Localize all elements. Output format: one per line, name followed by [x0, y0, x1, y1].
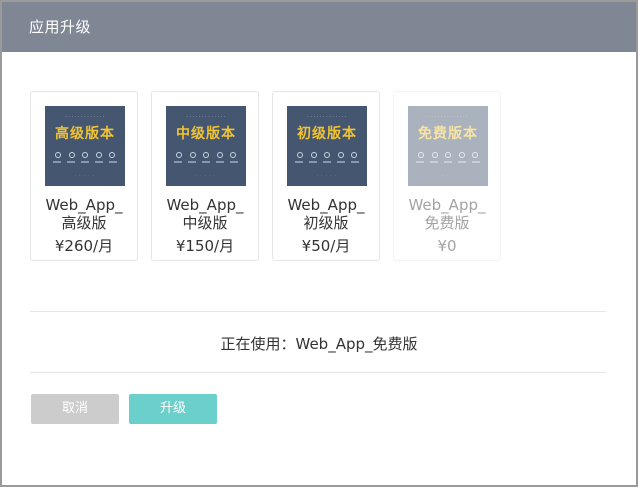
plan-badge: 高级版本: [55, 126, 115, 142]
divider-top: [30, 311, 606, 312]
plan-thumbnail: · · · · · · · · · · · · · 免费版本 · · · · ·: [408, 106, 488, 186]
thumb-caption: · · · · · · · · · · · · ·: [428, 114, 468, 119]
divider-bottom: [30, 372, 606, 373]
feature-icon: [189, 152, 196, 158]
upgrade-dialog: 应用升级 · · · · · · · · · · · · · 高级版本 · · …: [2, 2, 636, 485]
feature-icon: [109, 152, 115, 158]
feature-icon-labels: [174, 161, 238, 163]
feature-icon: [458, 152, 465, 158]
plan-name: Web_App_ 初级版: [273, 196, 379, 232]
plan-name-line1: Web_App_: [408, 196, 486, 214]
feature-icon: [203, 152, 209, 158]
feature-icon: [82, 152, 88, 158]
feature-icon: [216, 152, 223, 158]
feature-icon: [55, 152, 61, 158]
plan-price: ¥150/月: [175, 237, 235, 255]
feature-icon-labels: [295, 161, 359, 163]
plan-list: · · · · · · · · · · · · · 高级版本 · · · · ·…: [30, 91, 610, 263]
thumb-caption: · · · · · · · · · · · · ·: [186, 114, 226, 119]
plan-name-line1: Web_App_: [287, 196, 365, 214]
plan-price: ¥50/月: [301, 237, 351, 255]
plan-thumbnail: · · · · · · · · · · · · · 高级版本 · · · · ·: [45, 106, 125, 186]
plan-price: ¥0: [437, 237, 457, 255]
feature-icon: [337, 152, 344, 158]
feature-icon: [68, 152, 75, 158]
plan-name-line2: 免费版: [424, 214, 470, 232]
plan-name-line2: 高级版: [61, 214, 107, 232]
plan-card-premium[interactable]: · · · · · · · · · · · · · 高级版本 · · · · ·…: [30, 91, 138, 261]
thumb-caption: · · · · · · · · · · · · ·: [307, 114, 347, 119]
feature-icons: [55, 152, 115, 158]
plan-name-line2: 中级版: [182, 214, 228, 232]
dialog-title: 应用升级: [29, 18, 92, 36]
feature-icon: [445, 152, 451, 158]
plan-badge: 初级版本: [297, 126, 357, 142]
feature-icon: [431, 152, 438, 158]
thumb-footer: · · · · ·: [316, 173, 338, 178]
feature-icon: [297, 152, 303, 158]
plan-name-line1: Web_App_: [45, 196, 123, 214]
feature-icon: [351, 152, 357, 158]
feature-icon: [324, 152, 330, 158]
feature-icons: [418, 152, 478, 158]
feature-icon: [230, 152, 236, 158]
current-plan-text: 正在使用：Web_App_免费版: [220, 335, 418, 353]
plan-price: ¥260/月: [54, 237, 114, 255]
feature-icon: [176, 152, 182, 158]
thumb-footer: · · · · ·: [437, 173, 459, 178]
plan-card-standard[interactable]: · · · · · · · · · · · · · 中级版本 · · · · ·…: [151, 91, 259, 261]
dialog-titlebar: 应用升级: [2, 2, 636, 52]
feature-icon: [418, 152, 424, 158]
feature-icon: [95, 152, 102, 158]
upgrade-button[interactable]: 升级: [129, 394, 217, 424]
feature-icon-labels: [416, 161, 480, 163]
thumb-footer: · · · · ·: [74, 173, 96, 178]
plan-thumbnail: · · · · · · · · · · · · · 初级版本 · · · · ·: [287, 106, 367, 186]
feature-icons: [176, 152, 236, 158]
feature-icons: [297, 152, 357, 158]
plan-name-line1: Web_App_: [166, 196, 244, 214]
plan-badge: 免费版本: [418, 126, 478, 142]
plan-name: Web_App_ 免费版: [394, 196, 500, 232]
plan-name: Web_App_ 高级版: [31, 196, 137, 232]
plan-card-basic[interactable]: · · · · · · · · · · · · · 初级版本 · · · · ·…: [272, 91, 380, 261]
feature-icon: [472, 152, 478, 158]
thumb-footer: · · · · ·: [195, 173, 217, 178]
plan-name-line2: 初级版: [303, 214, 349, 232]
plan-name: Web_App_ 中级版: [152, 196, 258, 232]
plan-card-free: · · · · · · · · · · · · · 免费版本 · · · · ·…: [393, 91, 501, 261]
cancel-button[interactable]: 取消: [31, 394, 119, 424]
plan-thumbnail: · · · · · · · · · · · · · 中级版本 · · · · ·: [166, 106, 246, 186]
feature-icon-labels: [53, 161, 117, 163]
feature-icon: [310, 152, 317, 158]
thumb-caption: · · · · · · · · · · · · ·: [65, 114, 105, 119]
plan-badge: 中级版本: [176, 126, 236, 142]
